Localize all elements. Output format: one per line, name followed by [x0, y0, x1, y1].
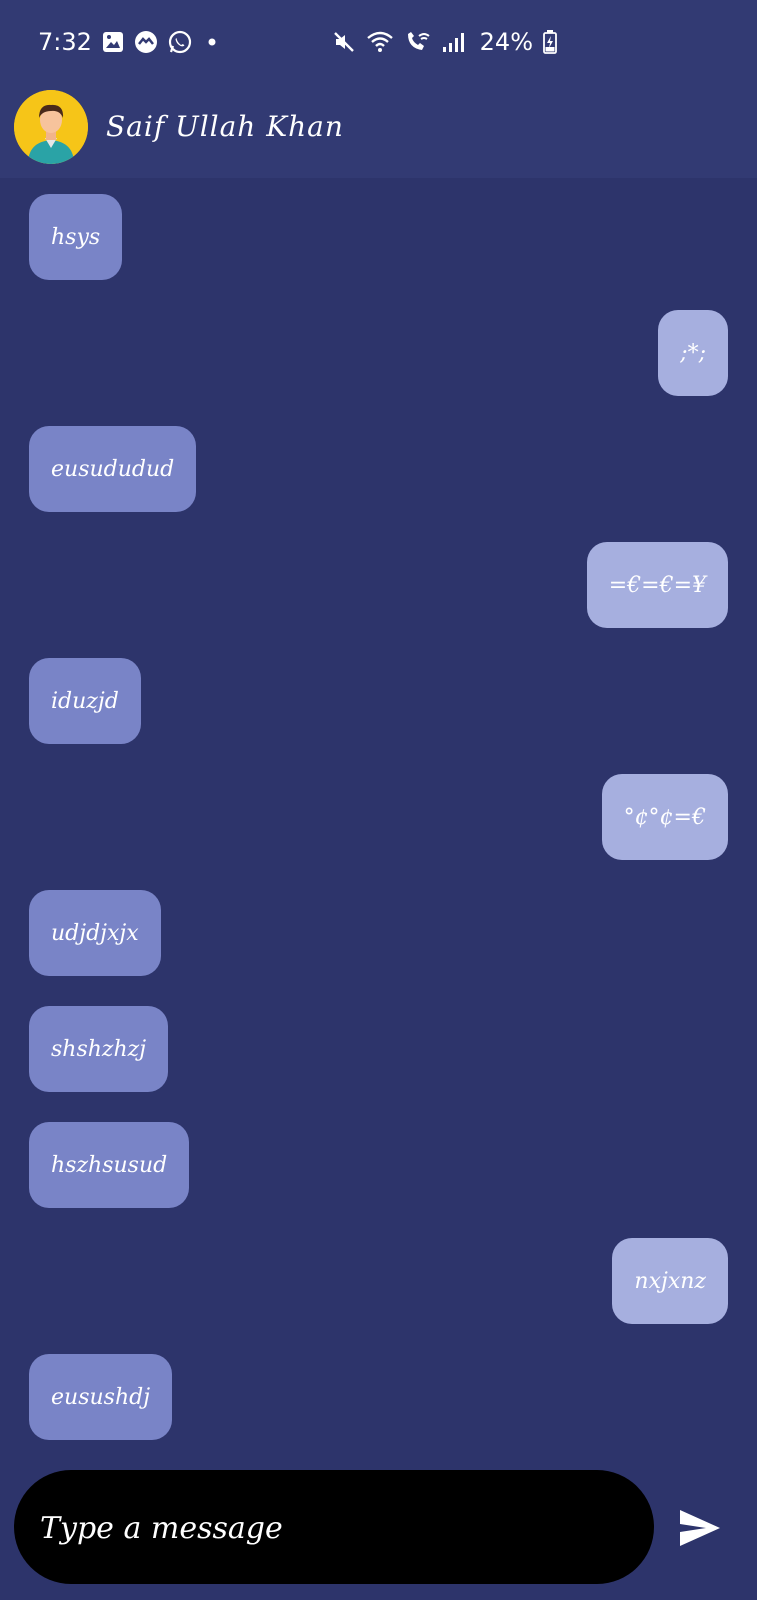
message-bubble-incoming[interactable]: eusushdj [29, 1354, 173, 1440]
message-bubble-outgoing[interactable]: nxjxnz [612, 1238, 728, 1324]
message-bubble-incoming[interactable]: shshzhzj [29, 1006, 169, 1092]
mute-icon [332, 30, 356, 54]
wifi-call-icon [404, 30, 432, 54]
message-bubble-incoming[interactable]: udjdjxjx [29, 890, 161, 976]
messenger-icon [134, 30, 158, 54]
message-bubble-outgoing[interactable]: =€=€=¥ [586, 542, 728, 628]
message-bubble-incoming[interactable]: hszhsusud [29, 1122, 190, 1208]
message-bubble-outgoing[interactable]: ;*; [658, 310, 728, 396]
whatsapp-icon [168, 30, 192, 54]
status-bar: 7:32 24% [0, 0, 757, 90]
gallery-icon [102, 31, 124, 53]
wifi-icon [366, 30, 394, 54]
avatar[interactable] [14, 90, 88, 164]
signal-icon [442, 31, 464, 53]
dot-icon [202, 32, 222, 52]
send-icon [680, 1510, 720, 1546]
battery-percent: 24% [479, 28, 533, 56]
message-bubble-outgoing[interactable]: °¢°¢=€ [601, 774, 728, 860]
contact-name[interactable]: Saif Ullah Khan [106, 110, 344, 143]
message-input[interactable] [38, 1470, 632, 1586]
message-list[interactable]: hsys ;*; eusududud =€=€=¥ iduzjd °¢°¢=€ … [0, 178, 757, 1440]
send-button[interactable] [672, 1500, 728, 1556]
status-right: 24% [332, 28, 557, 56]
person-avatar-icon [14, 90, 88, 164]
message-bubble-incoming[interactable]: hsys [29, 194, 123, 280]
message-bubble-incoming[interactable]: iduzjd [29, 658, 141, 744]
status-left: 7:32 [38, 28, 222, 56]
message-composer [14, 1470, 654, 1586]
battery-charging-icon [543, 30, 557, 54]
status-time: 7:32 [38, 28, 92, 56]
message-bubble-incoming[interactable]: eusududud [29, 426, 197, 512]
